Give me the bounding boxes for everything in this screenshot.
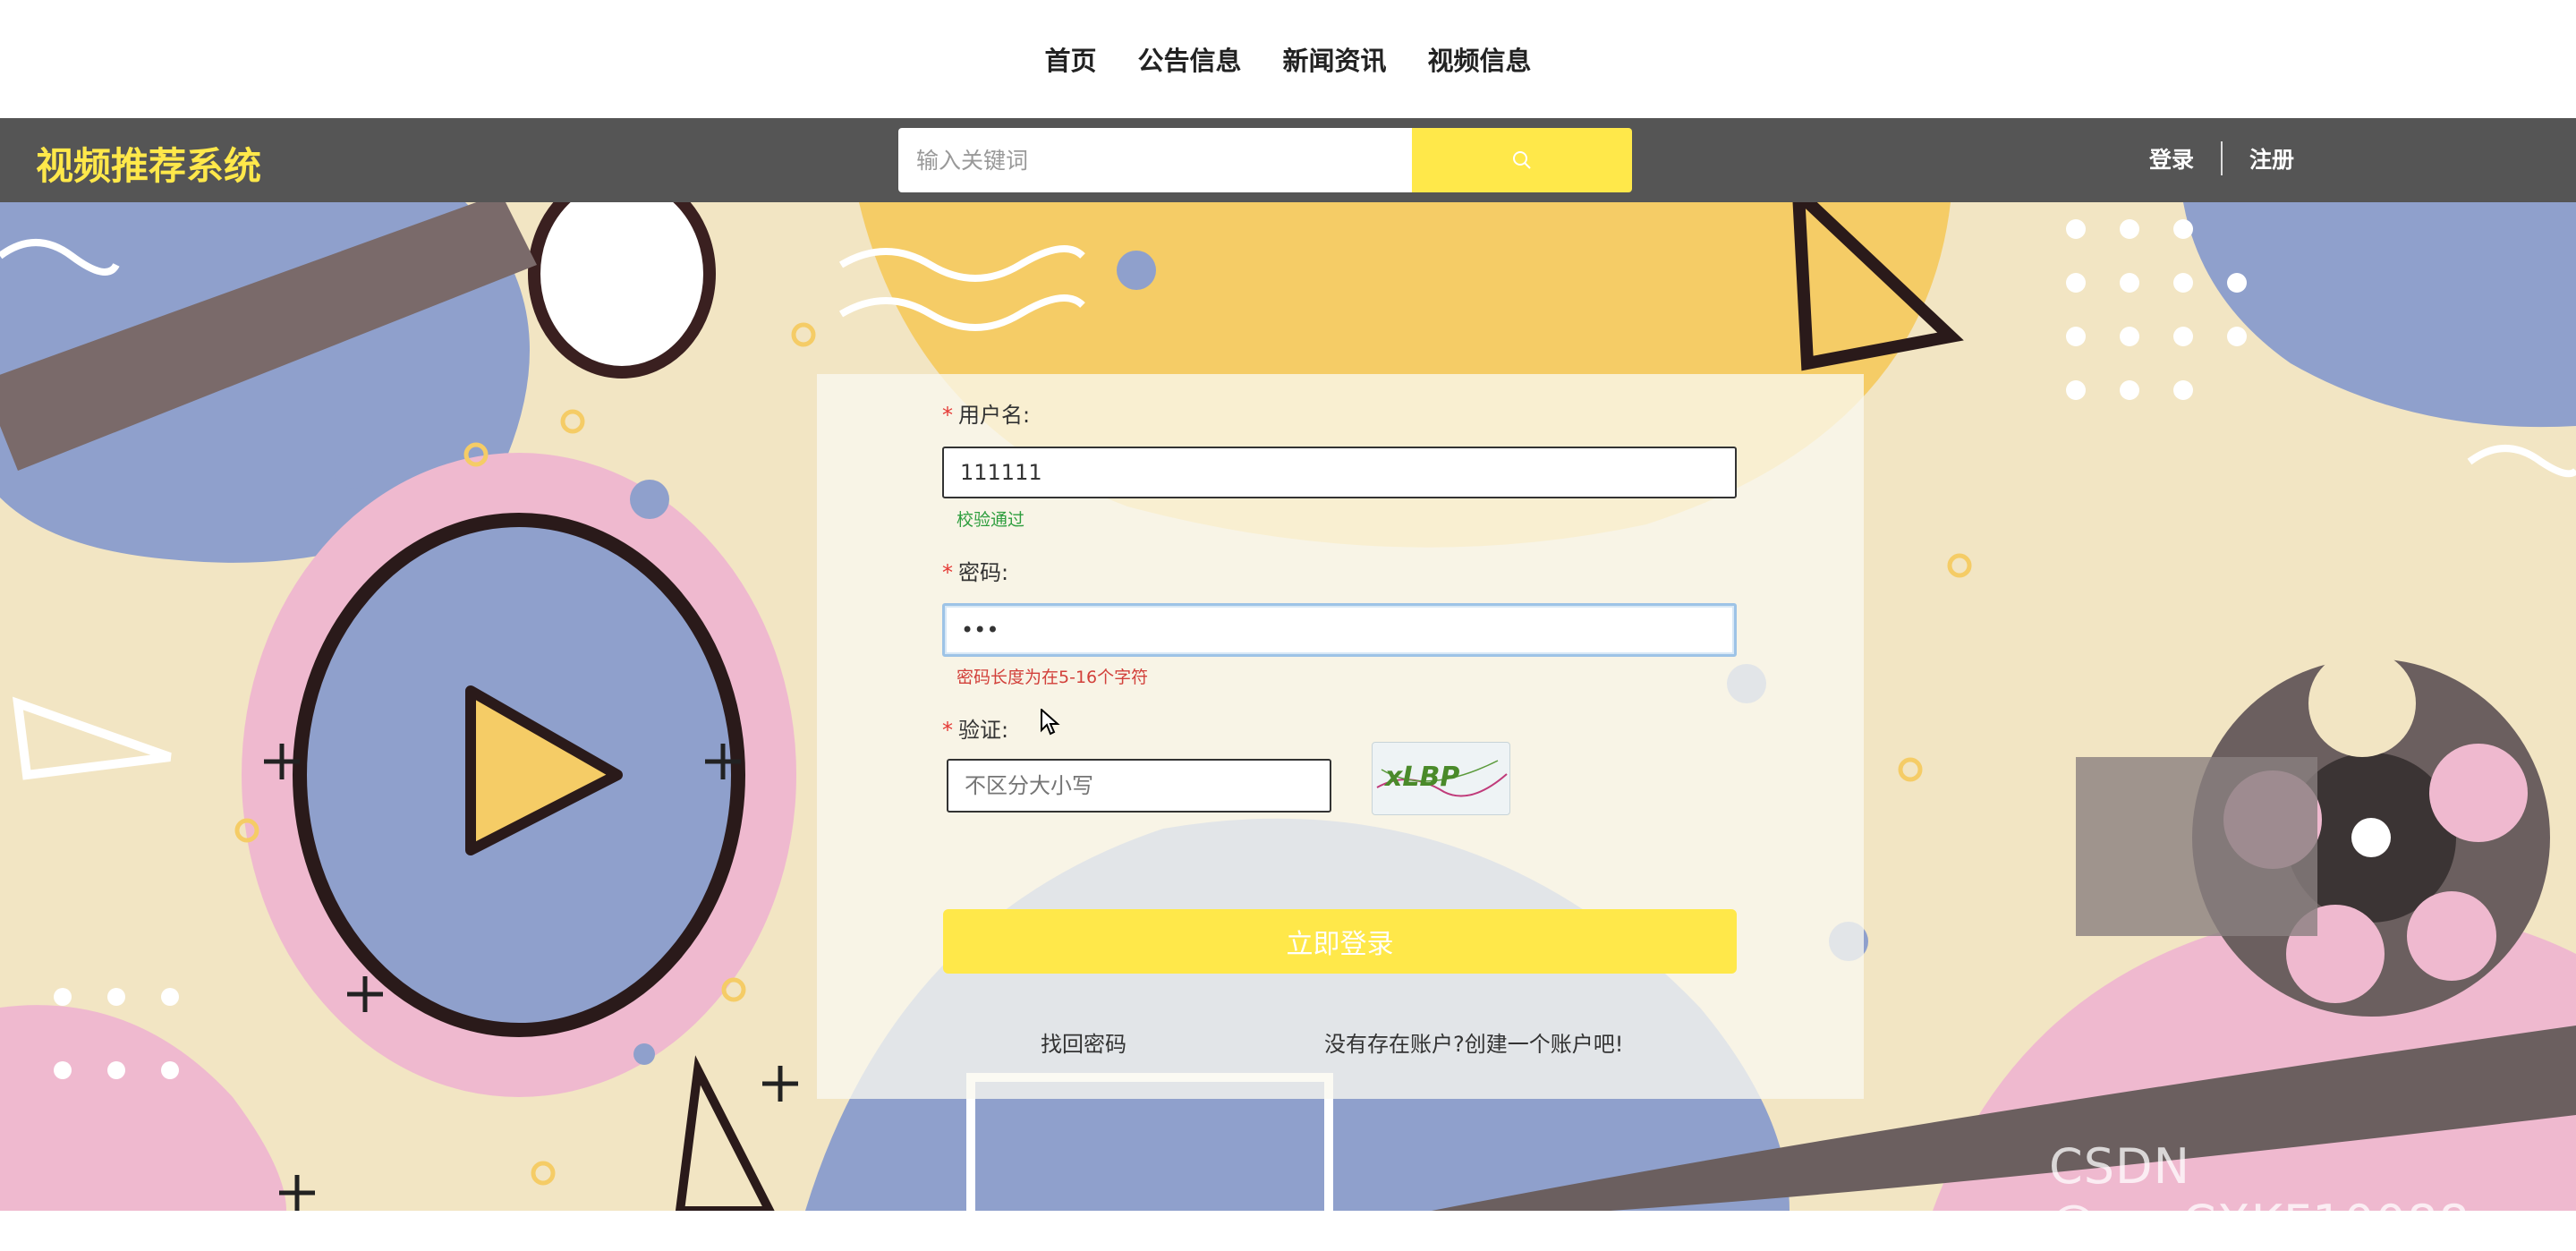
required-mark: * bbox=[942, 403, 953, 428]
login-submit-button[interactable]: 立即登录 bbox=[943, 909, 1737, 974]
auth-links: 登录 注册 bbox=[2149, 141, 2294, 175]
captcha-input[interactable] bbox=[947, 759, 1331, 813]
nav-announcements[interactable]: 公告信息 bbox=[1137, 40, 1241, 78]
required-mark: * bbox=[942, 560, 953, 585]
username-validation-message: 校验通过 bbox=[956, 510, 1025, 530]
password-input[interactable]: ••• bbox=[942, 603, 1737, 657]
nav-news[interactable]: 新闻资讯 bbox=[1283, 40, 1387, 78]
register-link[interactable]: 注册 bbox=[2249, 142, 2294, 174]
forgot-password-link[interactable]: 找回密码 bbox=[1041, 1026, 1126, 1058]
captcha-label: * 验证: bbox=[942, 718, 1009, 743]
search-icon bbox=[1513, 151, 1531, 169]
top-nav: 首页 公告信息 新闻资讯 视频信息 bbox=[0, 0, 2576, 118]
login-link[interactable]: 登录 bbox=[2149, 142, 2194, 174]
captcha-graphic: xLBP bbox=[1376, 760, 1508, 797]
mouse-cursor-icon bbox=[1041, 709, 1060, 736]
username-label: * 用户名: bbox=[942, 403, 1031, 428]
search-bar bbox=[898, 128, 1632, 192]
search-input[interactable] bbox=[898, 128, 1412, 192]
nav-home[interactable]: 首页 bbox=[1044, 40, 1096, 78]
required-mark: * bbox=[942, 718, 953, 743]
header-bar: 视频推荐系统 登录 注册 bbox=[0, 118, 2576, 297]
username-input[interactable] bbox=[942, 447, 1737, 498]
password-label: * 密码: bbox=[942, 560, 1009, 585]
site-logo[interactable]: 视频推荐系统 bbox=[36, 136, 261, 191]
captcha-image[interactable]: xLBP bbox=[1372, 742, 1510, 815]
search-button[interactable] bbox=[1412, 128, 1632, 192]
password-error-message: 密码长度为在5-16个字符 bbox=[956, 668, 1149, 687]
captcha-text: xLBP bbox=[1383, 762, 1459, 793]
divider bbox=[2221, 141, 2223, 175]
watermark: CSDN @vx_CXKF10088 bbox=[2049, 1138, 2470, 1251]
create-account-link[interactable]: 没有存在账户?创建一个账户吧! bbox=[1324, 1026, 1623, 1058]
nav-videos[interactable]: 视频信息 bbox=[1428, 40, 1532, 78]
